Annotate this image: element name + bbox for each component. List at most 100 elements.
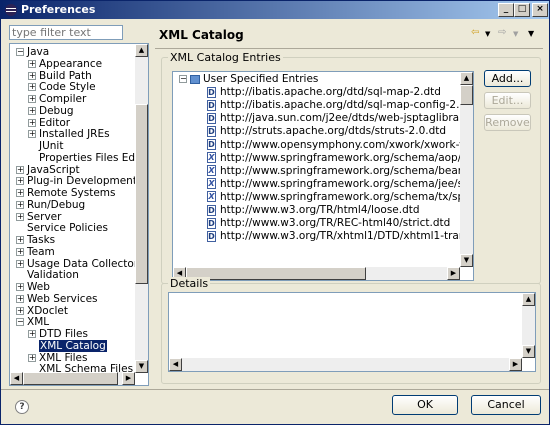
preferences-tree[interactable]: − Java + Appearance + Build Path + Code Style + C… (9, 43, 149, 386)
catalog-scroll-down-icon[interactable]: ▼ (460, 254, 473, 267)
tree-hscroll-thumb[interactable] (23, 372, 118, 385)
details-text-area[interactable]: ▲ ▼ ◀ ▶ (168, 292, 536, 372)
back-arrow-icon[interactable]: ⇦ (471, 27, 479, 38)
tree-item[interactable]: + Server (16, 211, 61, 223)
expand-icon[interactable]: + (16, 212, 24, 221)
tree-item[interactable]: + Installed JREs (28, 128, 110, 140)
tree-scroll-thumb[interactable] (135, 104, 148, 284)
help-icon[interactable]: ? (15, 400, 29, 414)
tree-horizontal-scrollbar[interactable]: ◀ ▶ (10, 372, 135, 385)
close-button[interactable]: × (532, 3, 548, 17)
catalog-entry[interactable]: Dhttp://www.w3.org/TR/html4/loose.dtd (207, 204, 420, 217)
catalog-scroll-right-icon[interactable]: ▶ (447, 267, 460, 280)
catalog-scroll-thumb[interactable] (460, 85, 473, 105)
tree-item[interactable]: + Tasks (16, 234, 55, 246)
expand-icon[interactable]: + (28, 106, 36, 115)
tree-item[interactable]: + Plug-in Development (16, 175, 135, 187)
add-button[interactable]: Add... (484, 70, 531, 87)
tree-item[interactable]: + Web (16, 281, 50, 293)
tree-item[interactable]: + Team (16, 246, 55, 258)
expand-icon[interactable]: + (28, 130, 36, 139)
catalog-entry[interactable]: Xhttp://www.springframework.org/schema/t… (207, 191, 473, 204)
catalog-entry[interactable]: Dhttp://ibatis.apache.org/dtd/sql-map-2.… (207, 86, 441, 99)
scroll-up-icon[interactable]: ▲ (135, 44, 148, 57)
catalog-scroll-up-icon[interactable]: ▲ (460, 72, 473, 85)
expand-icon[interactable]: + (28, 59, 36, 68)
expand-icon[interactable]: + (16, 200, 24, 209)
scroll-down-icon[interactable]: ▼ (135, 360, 148, 373)
expand-icon[interactable]: + (16, 247, 24, 256)
catalog-entries-list[interactable]: − User Specified Entries Dhttp://ibatis.ap… (172, 71, 474, 281)
collapse-icon[interactable]: − (179, 75, 187, 83)
tree-item[interactable]: + Debug (28, 105, 74, 117)
collapse-icon[interactable]: − (16, 318, 24, 327)
expand-icon[interactable]: + (16, 294, 24, 303)
expand-icon[interactable]: + (16, 165, 24, 174)
catalog-horizontal-scrollbar[interactable]: ◀ ▶ (173, 267, 460, 280)
catalog-hscroll-thumb[interactable] (186, 267, 366, 280)
details-scroll-right-icon[interactable]: ▶ (509, 358, 522, 371)
forward-dropdown-icon[interactable]: ▼ (513, 30, 518, 38)
tree-item[interactable]: − Java (16, 46, 49, 58)
cancel-button[interactable]: Cancel (471, 395, 541, 415)
catalog-entry[interactable]: Dhttp://www.w3.org/TR/xhtml1/DTD/xhtml1-… (207, 230, 473, 243)
catalog-entry[interactable]: Dhttp://www.w3.org/TR/REC-html40/strict.… (207, 217, 450, 230)
expand-icon[interactable]: + (16, 189, 24, 197)
details-horizontal-scrollbar[interactable]: ◀ ▶ (169, 358, 522, 371)
forward-arrow-icon[interactable]: ⇨ (498, 27, 506, 38)
expand-icon[interactable]: + (28, 330, 36, 338)
expand-icon[interactable]: + (16, 306, 24, 315)
collapse-icon[interactable]: − (16, 48, 24, 56)
tree-item[interactable]: Validation (16, 269, 79, 281)
tree-item[interactable]: XML Catalog (28, 339, 107, 352)
tree-item[interactable]: + DTD Files (28, 328, 88, 340)
tree-item[interactable]: + Compiler (28, 93, 86, 105)
catalog-entry[interactable]: Dhttp://java.sun.com/j2ee/dtds/web-jspta… (207, 112, 473, 125)
tree-item[interactable]: JUnit (28, 140, 63, 152)
view-menu-icon[interactable]: ▼ (528, 29, 534, 38)
details-scroll-down-icon[interactable]: ▼ (522, 345, 535, 358)
details-scroll-up-icon[interactable]: ▲ (522, 293, 535, 306)
tree-item[interactable]: + Usage Data Collector (16, 258, 135, 270)
tree-item[interactable]: Service Policies (16, 222, 108, 234)
catalog-entry[interactable]: Xhttp://www.springframework.org/schema/a… (207, 152, 473, 165)
ok-button[interactable]: OK (392, 395, 458, 415)
tree-item[interactable]: + Code Style (28, 81, 96, 93)
expand-icon[interactable]: + (28, 71, 36, 80)
expand-icon[interactable]: + (28, 83, 36, 92)
expand-icon[interactable]: + (28, 353, 36, 362)
minimize-button[interactable]: _ (498, 3, 514, 17)
tree-item[interactable]: + XML Files (28, 352, 87, 364)
tree-item[interactable]: + Remote Systems (16, 187, 115, 199)
expand-icon[interactable]: + (16, 177, 24, 186)
catalog-entry[interactable]: Xhttp://www.springframework.org/schema/j… (207, 178, 473, 191)
tree-item[interactable]: + XDoclet (16, 305, 68, 317)
tree-item[interactable]: + Run/Debug (16, 199, 85, 211)
catalog-entry[interactable]: Xhttp://www.springframework.org/schema/b… (207, 165, 473, 178)
tree-item[interactable]: + Editor (28, 117, 70, 129)
remove-button[interactable]: Remove (484, 114, 531, 131)
filter-input[interactable] (9, 25, 123, 40)
details-vertical-scrollbar[interactable]: ▲ ▼ (522, 293, 535, 358)
expand-icon[interactable]: + (28, 95, 36, 103)
tree-item[interactable]: − XML (16, 316, 49, 328)
tree-item[interactable]: Properties Files Edit (28, 152, 135, 164)
catalog-entry[interactable]: Dhttp://ibatis.apache.org/dtd/sql-map-co… (207, 99, 473, 112)
catalog-entry[interactable]: Dhttp://www.opensymphony.com/xwork/xwork… (207, 139, 473, 152)
catalog-vertical-scrollbar[interactable]: ▲ ▼ (460, 72, 473, 267)
expand-icon[interactable]: + (16, 236, 24, 244)
scroll-left-icon[interactable]: ◀ (10, 372, 23, 385)
tree-item[interactable]: + Appearance (28, 58, 102, 70)
scroll-right-icon[interactable]: ▶ (122, 372, 135, 385)
tree-vertical-scrollbar[interactable]: ▲ ▼ (135, 44, 148, 373)
tree-item[interactable]: + JavaScript (16, 164, 80, 176)
catalog-root[interactable]: − User Specified Entries (179, 73, 318, 86)
expand-icon[interactable]: + (28, 118, 36, 127)
expand-icon[interactable]: + (16, 259, 24, 268)
tree-item[interactable]: + Build Path (28, 70, 92, 82)
maximize-button[interactable]: □ (514, 3, 530, 17)
edit-button[interactable]: Edit... (484, 92, 531, 109)
title-bar[interactable]: Preferences _ □ × (1, 1, 549, 19)
tree-item[interactable]: + Web Services (16, 293, 98, 305)
details-scroll-left-icon[interactable]: ◀ (169, 358, 182, 371)
